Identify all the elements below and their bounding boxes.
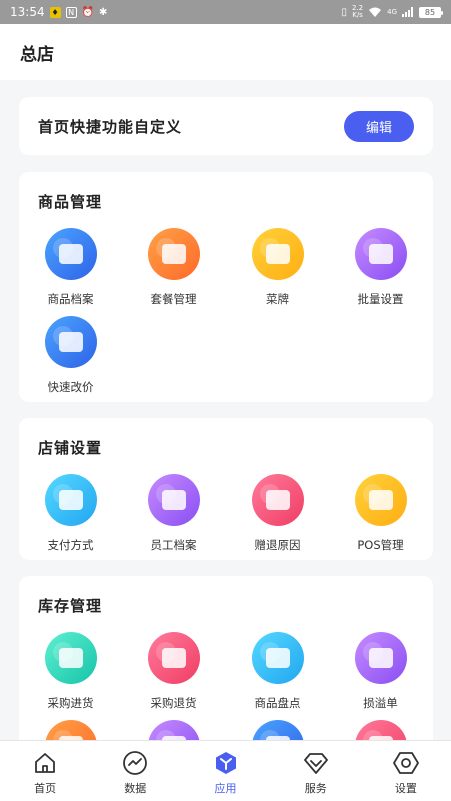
notification-icon: ♦	[49, 6, 61, 18]
vibrate-icon: ▯	[341, 6, 347, 18]
partial-app-icon	[251, 720, 304, 740]
app-item-return-reason[interactable]: 赠退原因	[226, 474, 329, 562]
loss-gain-icon	[354, 632, 407, 684]
status-time: 13:54	[10, 5, 45, 19]
app-item-package[interactable]: 套餐管理	[122, 228, 225, 316]
app-item-loss-gain[interactable]: 损溢单	[329, 632, 432, 720]
home-icon	[32, 750, 58, 776]
status-bar: 13:54 ♦ N ⏰ ✱ ▯ 2.2 K/s 4G 85	[0, 0, 451, 24]
nav-apps[interactable]: 应用	[180, 741, 270, 801]
partial-app-icon	[44, 720, 97, 740]
quick-price-icon	[44, 316, 97, 368]
section-title-goods: 商品管理	[38, 193, 103, 211]
nav-label: 应用	[214, 782, 237, 795]
app-item-menu-board[interactable]: 菜牌	[226, 228, 329, 316]
payment-icon	[44, 474, 97, 526]
diamond-icon	[303, 750, 329, 776]
purchase-return-icon	[147, 632, 200, 684]
pos-icon	[354, 474, 407, 526]
alarm-icon: ⏰	[81, 6, 95, 18]
goods-section: 商品管理 商品档案 套餐管理 菜牌 批量设置 快速改价	[19, 172, 433, 402]
app-item-batch-settings[interactable]: 批量设置	[329, 228, 432, 316]
item-label: POS管理	[357, 538, 404, 552]
section-title-store: 店铺设置	[38, 439, 103, 457]
apps-cube-icon	[213, 750, 239, 776]
app-item-partial[interactable]	[226, 720, 329, 740]
item-label: 批量设置	[357, 292, 404, 306]
item-label: 快速改价	[47, 380, 94, 394]
nav-service[interactable]: 服务	[271, 741, 361, 801]
settings-icon	[393, 750, 419, 776]
partial-app-icon	[354, 720, 407, 740]
main-content[interactable]: 首页快捷功能自定义 编辑 商品管理 商品档案 套餐管理 菜牌 批量设置 快速改价…	[0, 80, 451, 740]
shortcut-card: 首页快捷功能自定义 编辑	[19, 97, 433, 155]
app-item-product-archive[interactable]: 商品档案	[19, 228, 122, 316]
app-item-payment[interactable]: 支付方式	[19, 474, 122, 562]
section-title-inventory: 库存管理	[38, 597, 103, 615]
menu-board-icon	[251, 228, 304, 280]
chart-icon	[122, 750, 148, 776]
header: 总店	[0, 24, 451, 80]
item-label: 菜牌	[266, 292, 289, 306]
battery-icon: 85	[419, 6, 443, 18]
item-label: 套餐管理	[150, 292, 197, 306]
app-item-stocktake[interactable]: 商品盘点	[226, 632, 329, 720]
app-item-purchase-return[interactable]: 采购退货	[122, 632, 225, 720]
return-reason-icon	[251, 474, 304, 526]
bluetooth-icon: ✱	[99, 6, 108, 18]
item-label: 赠退原因	[254, 538, 301, 552]
nav-label: 服务	[304, 782, 327, 795]
item-label: 员工档案	[150, 538, 197, 552]
signal-label: 4G	[387, 8, 397, 16]
item-label: 损溢单	[363, 696, 398, 710]
shortcut-title: 首页快捷功能自定义	[38, 117, 183, 136]
package-icon	[147, 228, 200, 280]
item-label: 采购进货	[47, 696, 94, 710]
nav-label: 数据	[124, 782, 147, 795]
item-label: 采购退货	[150, 696, 197, 710]
bottom-nav: 首页 数据 应用 服务 设置	[0, 740, 451, 801]
nav-home[interactable]: 首页	[0, 741, 90, 801]
store-section: 店铺设置 支付方式 员工档案 赠退原因 POS管理	[19, 418, 433, 560]
net-speed: 2.2 K/s	[351, 4, 364, 19]
app-item-quick-price[interactable]: 快速改价	[19, 316, 122, 404]
batch-settings-icon	[354, 228, 407, 280]
app-item-pos[interactable]: POS管理	[329, 474, 432, 562]
app-item-partial[interactable]	[329, 720, 432, 740]
nav-settings[interactable]: 设置	[361, 741, 451, 801]
nav-label: 首页	[34, 782, 57, 795]
app-item-partial[interactable]	[19, 720, 122, 740]
app-item-purchase-in[interactable]: 采购进货	[19, 632, 122, 720]
nav-data[interactable]: 数据	[90, 741, 180, 801]
nfc-icon: N	[65, 6, 77, 18]
app-item-staff[interactable]: 员工档案	[122, 474, 225, 562]
app-item-partial[interactable]	[122, 720, 225, 740]
page-title: 总店	[20, 44, 54, 65]
item-label: 支付方式	[47, 538, 94, 552]
inventory-section: 库存管理 采购进货 采购退货 商品盘点 损溢单	[19, 576, 433, 740]
signal-icon	[402, 7, 414, 17]
purchase-in-icon	[44, 632, 97, 684]
wifi-icon	[368, 7, 382, 18]
partial-app-icon	[147, 720, 200, 740]
product-archive-icon	[44, 228, 97, 280]
stocktake-icon	[251, 632, 304, 684]
staff-icon	[147, 474, 200, 526]
edit-button[interactable]: 编辑	[344, 110, 414, 142]
item-label: 商品档案	[47, 292, 94, 306]
item-label: 商品盘点	[254, 696, 301, 710]
nav-label: 设置	[394, 782, 417, 795]
